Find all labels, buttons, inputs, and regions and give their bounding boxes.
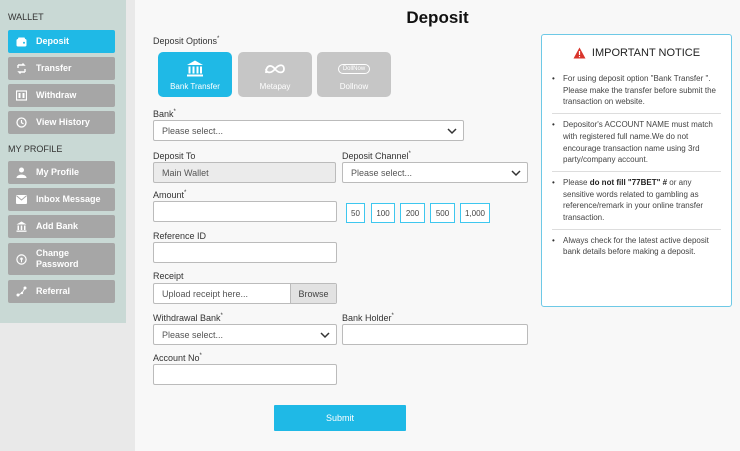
option-metapay[interactable]: Metapay	[238, 52, 312, 97]
warning-icon	[573, 47, 586, 59]
sidebar-item-view-history[interactable]: View History	[8, 111, 115, 134]
divider	[552, 228, 721, 230]
bank-select[interactable]: Please select...	[153, 120, 464, 141]
envelope-icon	[16, 194, 27, 205]
sidebar-item-label: Change Password	[36, 248, 79, 269]
quick-amount-1000[interactable]: 1,000	[460, 203, 490, 223]
sidebar-item-withdraw[interactable]: Withdraw	[8, 84, 115, 107]
account-no-input[interactable]	[153, 364, 337, 385]
transfer-icon	[16, 63, 27, 74]
sidebar-item-change-password[interactable]: Change Password	[8, 243, 115, 275]
deposit-options-label: Deposit Options*	[153, 36, 220, 46]
sidebar-item-label: Add Bank	[36, 221, 79, 231]
sidebar: WALLET Deposit Transfer Withdraw View Hi…	[0, 0, 126, 323]
dollnow-icon: DollNow	[337, 59, 371, 79]
profile-heading: MY PROFILE	[8, 144, 63, 154]
amount-input[interactable]	[153, 201, 337, 222]
password-icon	[16, 253, 27, 265]
quick-amount-200[interactable]: 200	[400, 203, 425, 223]
bank-select-value: Please select...	[162, 125, 224, 136]
history-icon	[16, 117, 27, 128]
meta-icon	[264, 59, 286, 79]
withdraw-icon	[16, 90, 27, 101]
sidebar-item-label: Referral	[36, 286, 71, 296]
notice-title-text: IMPORTANT NOTICE	[591, 47, 701, 59]
sidebar-item-label: Inbox Message	[36, 194, 101, 204]
notice-title: IMPORTANT NOTICE	[552, 47, 721, 59]
sidebar-item-label: My Profile	[36, 167, 80, 177]
sidebar-item-my-profile[interactable]: My Profile	[8, 161, 115, 184]
bank-label: Bank*	[153, 109, 176, 119]
deposit-channel-value: Please select...	[351, 167, 413, 178]
deposit-panel: Deposit Deposit Options* Bank Transfer M…	[135, 0, 740, 451]
receipt-placeholder: Upload receipt here...	[162, 288, 249, 299]
quick-amount-500[interactable]: 500	[430, 203, 455, 223]
sidebar-item-label: Deposit	[36, 36, 70, 46]
quick-amount-50[interactable]: 50	[346, 203, 365, 223]
receipt-label: Receipt	[153, 271, 184, 281]
chevron-down-icon	[320, 331, 330, 338]
withdrawal-bank-value: Please select...	[162, 329, 224, 340]
receipt-upload[interactable]: Upload receipt here... Browse	[153, 283, 337, 304]
deposit-channel-select[interactable]: Please select...	[342, 162, 528, 183]
user-icon	[16, 167, 27, 178]
reference-id-input[interactable]	[153, 242, 337, 263]
deposit-channel-label: Deposit Channel*	[342, 151, 411, 161]
amount-label: Amount*	[153, 190, 187, 200]
sidebar-item-referral[interactable]: Referral	[8, 280, 115, 303]
referral-icon	[16, 286, 27, 297]
sidebar-item-deposit[interactable]: Deposit	[8, 30, 115, 53]
browse-button[interactable]: Browse	[290, 284, 336, 303]
notice-item: For using deposit option "Bank Transfer …	[552, 73, 721, 108]
deposit-to-label: Deposit To	[153, 151, 196, 161]
account-no-label: Account No*	[153, 353, 202, 363]
important-notice: IMPORTANT NOTICE For using deposit optio…	[541, 34, 732, 307]
bank-holder-input[interactable]	[342, 324, 528, 345]
deposit-to-field: Main Wallet	[153, 162, 336, 183]
sidebar-item-transfer[interactable]: Transfer	[8, 57, 115, 80]
option-label: Bank Transfer	[170, 81, 220, 91]
reference-id-label: Reference ID	[153, 231, 207, 241]
option-label: Dollnow	[339, 81, 369, 91]
sidebar-item-add-bank[interactable]: Add Bank	[8, 215, 115, 238]
notice-item: Please do not fill "77BET" # or any sens…	[552, 177, 721, 224]
quick-amount-100[interactable]: 100	[371, 203, 395, 223]
option-dollnow[interactable]: DollNow Dollnow	[317, 52, 391, 97]
sidebar-item-label: View History	[36, 117, 90, 127]
bank-icon	[16, 221, 27, 232]
notice-list: For using deposit option "Bank Transfer …	[552, 73, 721, 258]
bank-icon	[186, 59, 204, 79]
notice-item: Always check for the latest active depos…	[552, 235, 721, 258]
chevron-down-icon	[511, 169, 521, 176]
withdrawal-bank-label: Withdrawal Bank*	[153, 313, 223, 323]
chevron-down-icon	[447, 127, 457, 134]
withdrawal-bank-select[interactable]: Please select...	[153, 324, 337, 345]
sidebar-item-label: Withdraw	[36, 90, 77, 100]
page-title: Deposit	[406, 8, 469, 27]
wallet-icon	[16, 36, 27, 47]
wallet-heading: WALLET	[8, 12, 44, 22]
divider	[552, 170, 721, 172]
option-label: Metapay	[259, 81, 291, 91]
option-bank-transfer[interactable]: Bank Transfer	[158, 52, 232, 97]
submit-button[interactable]: Submit	[274, 405, 406, 431]
divider	[552, 113, 721, 115]
sidebar-item-label: Transfer	[36, 63, 72, 73]
bank-holder-label: Bank Holder*	[342, 313, 394, 323]
sidebar-item-inbox-message[interactable]: Inbox Message	[8, 188, 115, 211]
notice-item: Depositor's ACCOUNT NAME must match with…	[552, 119, 721, 166]
